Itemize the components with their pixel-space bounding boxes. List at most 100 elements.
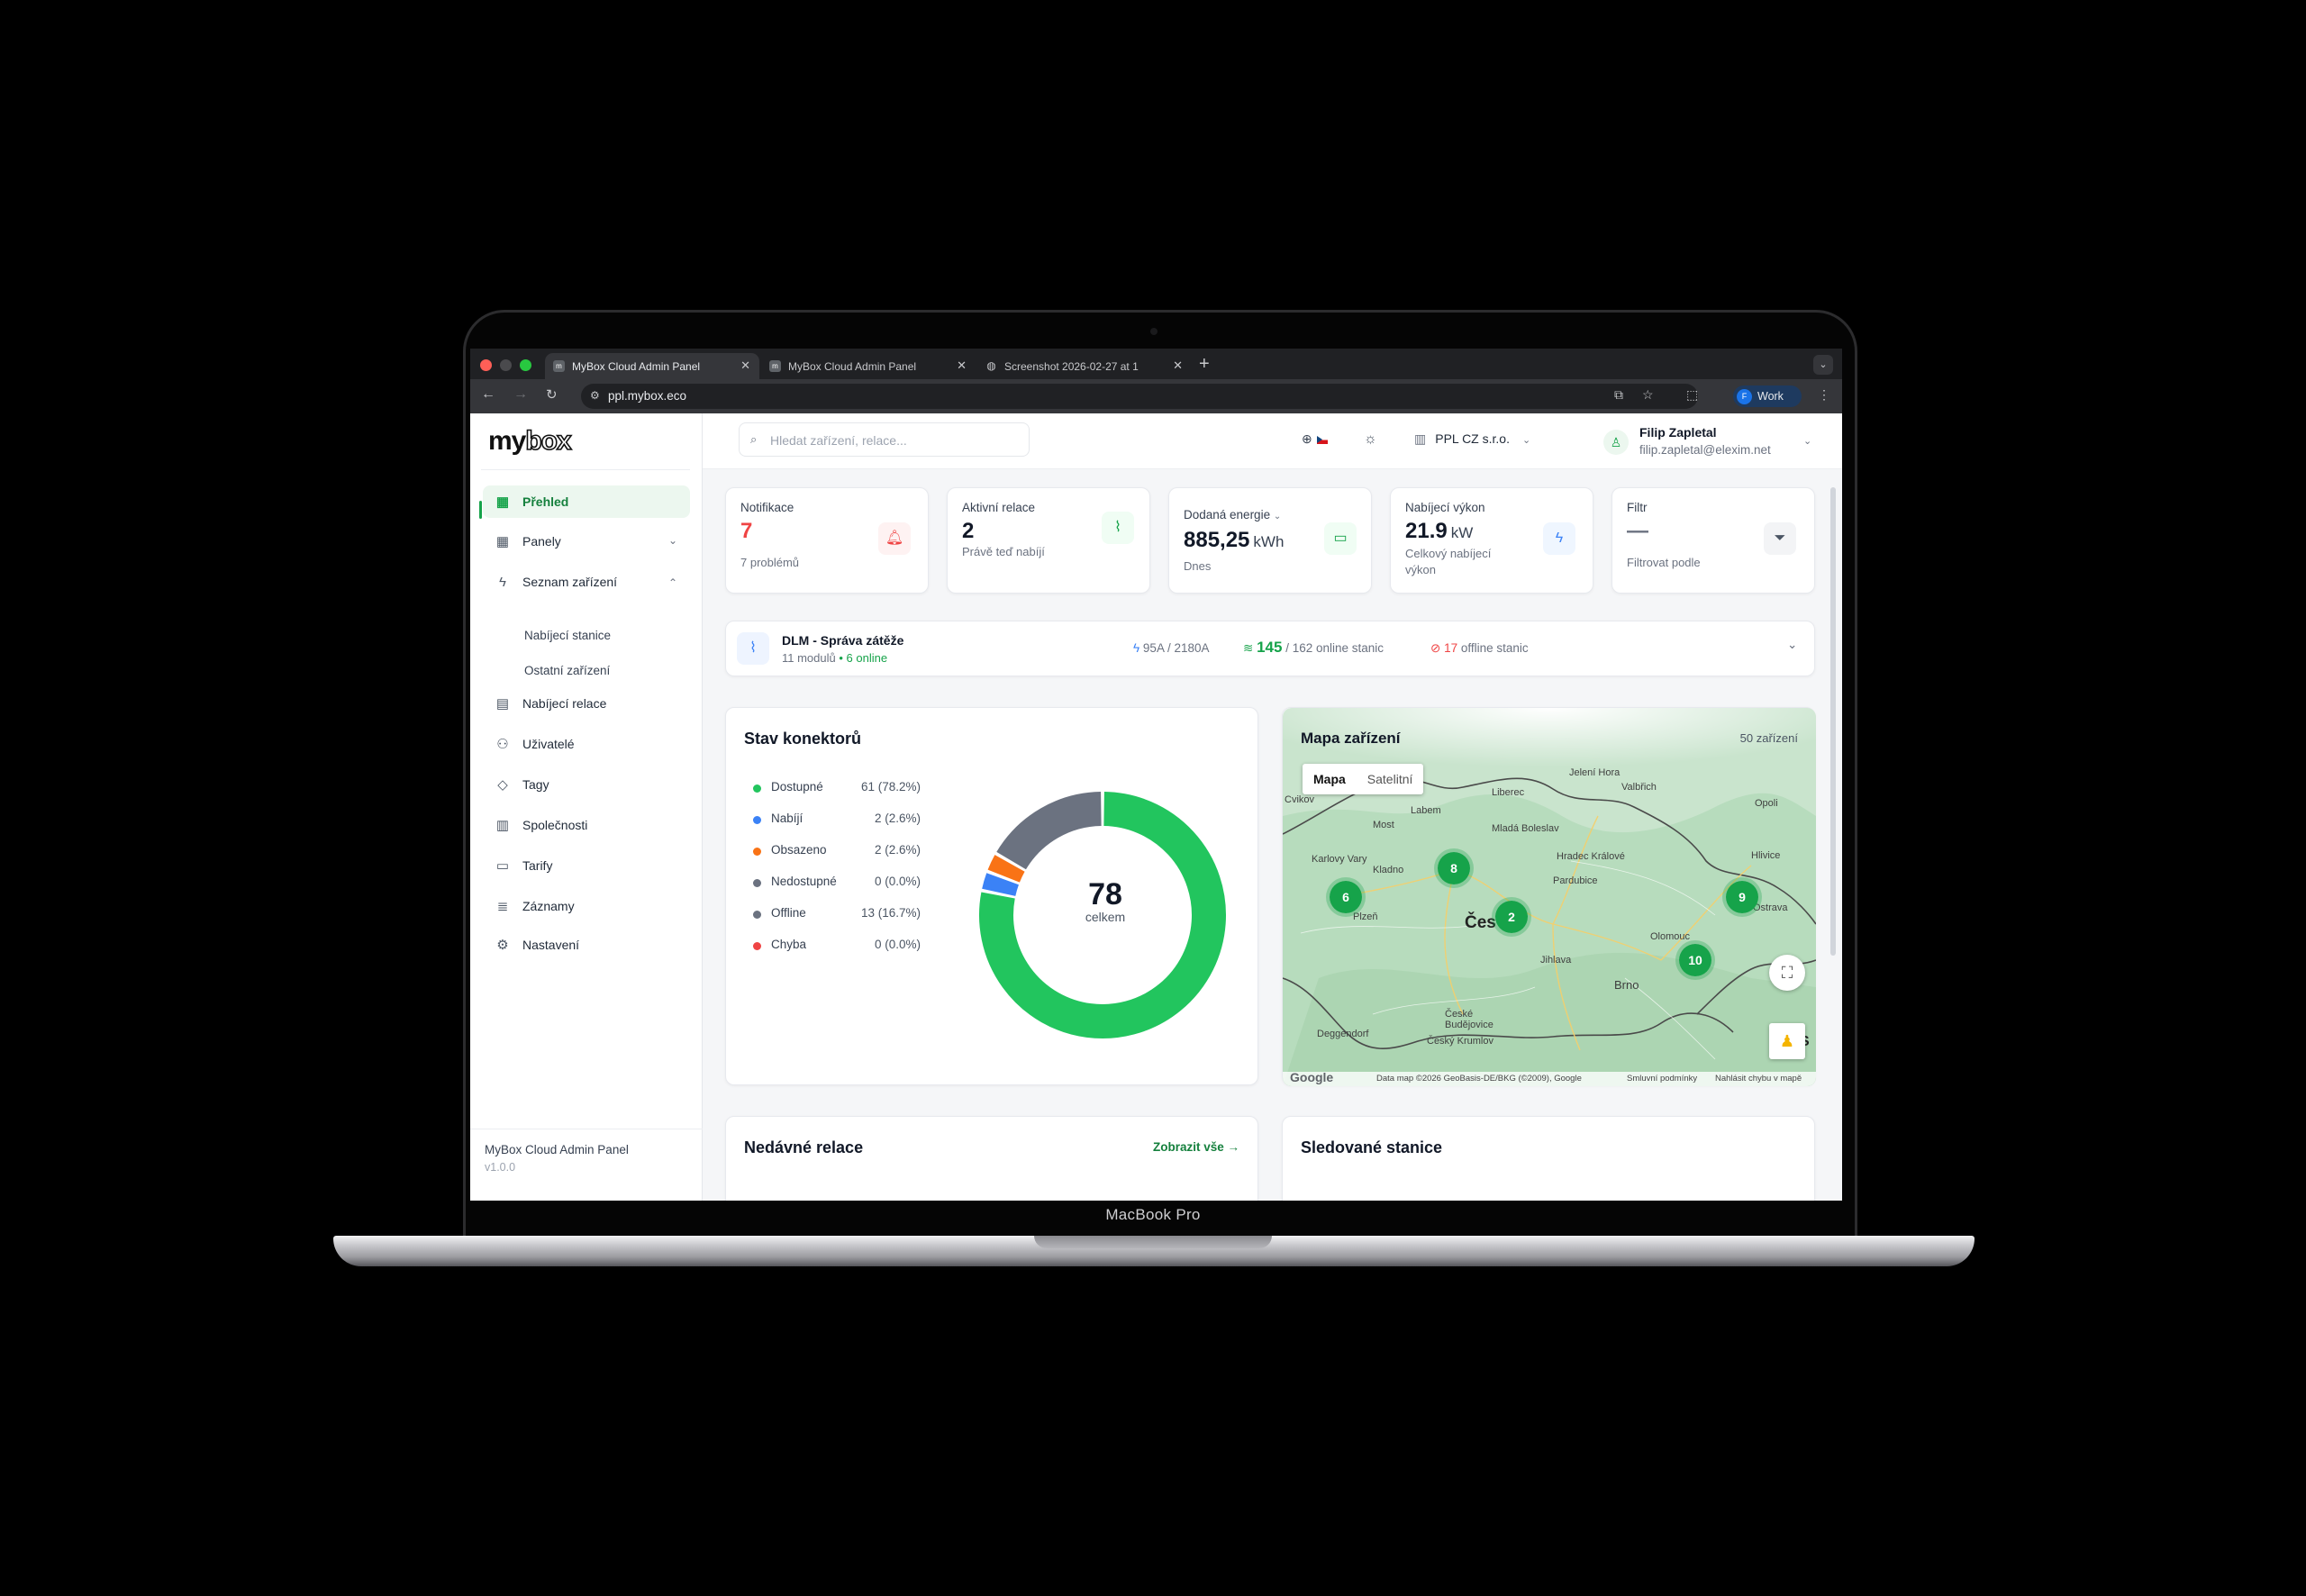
- stat-card-nabijeci-vykon[interactable]: Nabíjecí výkon 21.9 kW Celkový nabíjecí v…: [1390, 487, 1593, 594]
- gear-icon: ⚙: [496, 938, 509, 953]
- bookmark-star-icon[interactable]: ☆: [1642, 387, 1654, 403]
- map-type-map-button[interactable]: Mapa: [1303, 764, 1357, 794]
- dlm-online: ≋ 145 / 162 online stanic: [1243, 639, 1385, 656]
- sidebar-item-panely[interactable]: ▦ Panely ⌄: [483, 525, 690, 558]
- legend-item: Offline 13 (16.7%): [753, 906, 921, 922]
- app-name: MyBox Cloud Admin Panel: [485, 1143, 629, 1156]
- fullscreen-icon[interactable]: ⛶: [1769, 955, 1805, 991]
- map-city-label: Olomouc: [1650, 931, 1691, 942]
- sidebar-item-label: Panely: [522, 534, 561, 549]
- legend-label: Chyba: [771, 938, 807, 951]
- browser-tab-2[interactable]: m MyBox Cloud Admin Panel ✕: [761, 353, 976, 379]
- legend-dot: [753, 816, 761, 824]
- scrollbar[interactable]: [1830, 487, 1836, 956]
- sidebar-item-tagy[interactable]: ◇ Tagy: [483, 768, 690, 801]
- browser-menu-icon[interactable]: ⋮: [1818, 387, 1830, 403]
- search-placeholder: Hledat zařízení, relace...: [770, 433, 907, 448]
- minimize-window-button[interactable]: [500, 359, 512, 371]
- theme-toggle-sun-icon[interactable]: ☼: [1364, 431, 1377, 448]
- filter-icon[interactable]: ⏷: [1764, 522, 1796, 555]
- map-city-label: Brno: [1614, 978, 1639, 992]
- reload-icon[interactable]: ↻: [546, 386, 558, 403]
- legend-item: Obsazeno 2 (2.6%): [753, 843, 921, 859]
- dlm-title: DLM - Správa zátěže: [782, 633, 904, 648]
- map-cluster-marker[interactable]: 2: [1492, 897, 1531, 937]
- sidebar-item-zaznamy[interactable]: ≣ Záznamy: [483, 890, 690, 922]
- map-cluster-marker[interactable]: 9: [1722, 877, 1762, 917]
- stat-card-aktivni-relace[interactable]: Aktivní relace 2 Právě teď nabíjí ⌇: [947, 487, 1150, 594]
- dlm-subtitle: 11 modulů • 6 online: [782, 651, 888, 665]
- new-tab-icon[interactable]: +: [1199, 354, 1210, 375]
- map-type-satellite-button[interactable]: Satelitní: [1357, 764, 1424, 794]
- stat-label: Nabíjecí výkon: [1405, 501, 1485, 514]
- sidebar-subitem-nabijeci-stanice[interactable]: Nabíjecí stanice: [524, 629, 611, 642]
- chevron-down-icon[interactable]: ⌄: [1803, 435, 1811, 447]
- card-title: Sledované stanice: [1301, 1138, 1443, 1156]
- donut-slice[interactable]: [987, 855, 1025, 883]
- sidebar-item-uzivatele[interactable]: ⚇ Uživatelé: [483, 728, 690, 760]
- map-type-toggle: Mapa Satelitní: [1303, 764, 1424, 794]
- sidebar-item-nabijeci-relace[interactable]: ▤ Nabíjecí relace: [483, 687, 690, 720]
- map-cluster-marker[interactable]: 6: [1326, 877, 1366, 917]
- map-title: Mapa zařízení: [1301, 730, 1401, 747]
- sidebar-subitem-ostatni-zarizeni[interactable]: Ostatní zařízení: [524, 664, 610, 677]
- camera-dot: [1150, 328, 1158, 335]
- search-input[interactable]: ⌕ Hledat zařízení, relace...: [739, 422, 1030, 457]
- building-icon: ▥: [495, 818, 510, 833]
- donut-slice[interactable]: [996, 792, 1103, 870]
- mybox-favicon-icon: m: [553, 360, 565, 372]
- report-map-error-link[interactable]: Nahlásit chybu v mapě: [1715, 1074, 1802, 1084]
- map-cluster-marker[interactable]: 10: [1675, 940, 1715, 980]
- donut-slice[interactable]: [982, 873, 1020, 897]
- map-attribution: Google Data map ©2026 GeoBasis-DE/BKG (©…: [1283, 1070, 1816, 1086]
- tab-title: Screenshot 2026-02-27 at 1: [1004, 359, 1139, 373]
- user-name[interactable]: Filip Zapletal: [1639, 425, 1717, 440]
- close-window-button[interactable]: [480, 359, 492, 371]
- laptop-notch: [1034, 1236, 1272, 1248]
- map-view[interactable]: Mapa zařízení 50 zařízení Mapa Satelitní…: [1283, 708, 1816, 1086]
- close-tab-icon[interactable]: ✕: [1173, 358, 1183, 373]
- street-view-pegman-icon[interactable]: ♟: [1769, 1023, 1805, 1059]
- address-bar[interactable]: ⚙ ppl.mybox.eco: [581, 384, 1698, 409]
- card-title: Nedávné relace: [744, 1138, 864, 1156]
- forward-icon[interactable]: →: [513, 386, 528, 403]
- stat-card-filtr[interactable]: Filtr — Filtrovat podle ⏷: [1611, 487, 1815, 594]
- chevron-down-icon: ⌄: [1273, 512, 1282, 521]
- building-icon: ▥: [1414, 431, 1427, 446]
- chevron-down-icon[interactable]: ⌄: [1787, 638, 1797, 652]
- sidebar-item-prehled[interactable]: ▦ Přehled: [483, 485, 690, 518]
- map-device-count: 50 zařízení: [1739, 731, 1798, 745]
- map-city-label: Pardubice: [1553, 875, 1598, 886]
- sidebar-item-label: Nabíjecí relace: [522, 696, 607, 711]
- user-avatar[interactable]: ♙: [1603, 430, 1629, 455]
- mybox-logo[interactable]: mybox: [488, 425, 573, 457]
- maximize-window-button[interactable]: [520, 359, 531, 371]
- language-switcher[interactable]: ⊕: [1302, 431, 1328, 447]
- close-tab-icon[interactable]: ✕: [957, 358, 967, 373]
- stat-card-dodana-energie[interactable]: Dodaná energie ⌄ 885,25 kWh Dnes ▭: [1168, 487, 1372, 594]
- sidebar-item-seznam-zarizeni[interactable]: ϟ Seznam zařízení ⌃: [483, 566, 690, 598]
- extensions-icon[interactable]: ⬚: [1686, 387, 1698, 403]
- sidebar-item-nastaveni[interactable]: ⚙ Nastavení: [483, 929, 690, 961]
- connector-status-card: Stav konektorů Dostupné 61 (78.2%) Nabíjí 2…: [725, 707, 1258, 1085]
- browser-tab-3[interactable]: ◍ Screenshot 2026-02-27 at 1 ✕: [977, 353, 1192, 379]
- profile-button[interactable]: F Work: [1733, 385, 1802, 407]
- site-info-icon[interactable]: ⚙: [590, 389, 600, 402]
- install-app-icon[interactable]: ⧉: [1614, 387, 1623, 403]
- back-icon[interactable]: ←: [481, 386, 495, 403]
- browser-tab-1[interactable]: m MyBox Cloud Admin Panel ✕: [545, 353, 759, 379]
- chevron-up-icon: ⌃: [667, 576, 677, 589]
- sidebar-item-tarify[interactable]: ▭ Tarify: [483, 849, 690, 882]
- stat-card-notifikace[interactable]: Notifikace 7 7 problémů 🔔︎: [725, 487, 929, 594]
- sidebar-item-spolecnosti[interactable]: ▥ Společnosti: [483, 809, 690, 841]
- map-cluster-marker[interactable]: 8: [1434, 848, 1474, 888]
- stat-subtitle: Celkový nabíjecí výkon: [1405, 547, 1492, 576]
- lightning-icon: ϟ: [1543, 522, 1575, 555]
- dlm-panel[interactable]: ⌇ DLM - Správa zátěže 11 modulů • 6 onli…: [725, 621, 1815, 676]
- globe-icon: ⊕: [1302, 431, 1312, 446]
- terms-link[interactable]: Smluvní podmínky: [1627, 1074, 1697, 1084]
- close-tab-icon[interactable]: ✕: [740, 358, 750, 373]
- show-all-link[interactable]: Zobrazit vše →: [1153, 1140, 1239, 1154]
- tab-search-icon[interactable]: ⌄: [1813, 355, 1833, 375]
- company-selector[interactable]: ▥ PPL CZ s.r.o. ⌄: [1414, 431, 1530, 447]
